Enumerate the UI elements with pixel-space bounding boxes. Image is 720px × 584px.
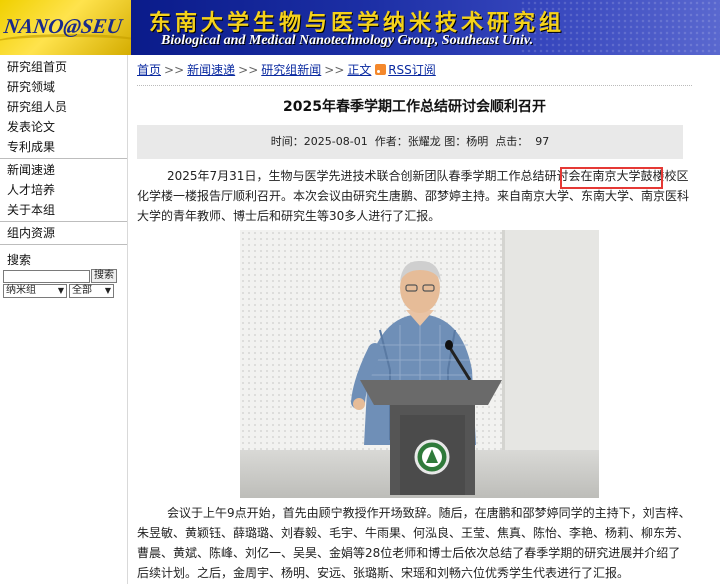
search-form: 搜索 纳米组 ▼ 全部 ▼ bbox=[3, 269, 117, 298]
breadcrumb-group-news[interactable]: 研究组新闻 bbox=[261, 63, 321, 77]
sidebar: 研究组首页 研究领域 研究组人员 发表论文 专利成果 新闻速递 人才培养 关于本… bbox=[0, 55, 128, 584]
breadcrumb-divider bbox=[137, 85, 692, 86]
banner-title-en: Biological and Medical Nanotechnology Gr… bbox=[161, 33, 534, 48]
scope-select[interactable]: 纳米组 ▼ bbox=[3, 284, 67, 298]
search-button[interactable]: 搜索 bbox=[91, 269, 117, 283]
search-heading: 搜索 bbox=[7, 253, 32, 267]
breadcrumb-news[interactable]: 新闻速递 bbox=[187, 63, 235, 77]
rss-icon[interactable] bbox=[375, 64, 387, 75]
speaker-photo-illustration bbox=[240, 230, 599, 498]
site-banner: 东南大学生物与医学纳米技术研究组 Biological and Medical … bbox=[131, 0, 720, 55]
para1-text-a: 2025年7月31日，生物与医学先进技术联合创新团队春季学期工作总结研讨会在 bbox=[167, 169, 593, 183]
breadcrumb-body[interactable]: 正文 bbox=[347, 63, 371, 77]
sidebar-divider bbox=[0, 244, 127, 246]
breadcrumb-separator: >> bbox=[164, 63, 185, 77]
site-header: NANO@SEU 东南大学生物与医学纳米技术研究组 Biological and… bbox=[0, 0, 720, 55]
sidebar-item-resources[interactable]: 组内资源 bbox=[0, 223, 127, 243]
university-emblem-icon bbox=[414, 439, 450, 475]
search-input[interactable] bbox=[3, 269, 90, 283]
main-content: 首页 >> 新闻速递 >> 研究组新闻 >> 正文 RSS订阅 2025年春季学期工作总结研… bbox=[137, 55, 692, 580]
chevron-down-icon: ▼ bbox=[104, 286, 111, 295]
sidebar-item-members[interactable]: 研究组人员 bbox=[0, 97, 127, 117]
breadcrumb: 首页 >> 新闻速递 >> 研究组新闻 >> 正文 RSS订阅 bbox=[137, 55, 692, 85]
sidebar-item-training[interactable]: 人才培养 bbox=[0, 180, 127, 200]
sidebar-item-news[interactable]: 新闻速递 bbox=[0, 160, 127, 180]
rss-link[interactable]: RSS订阅 bbox=[388, 63, 436, 77]
site-logo[interactable]: NANO@SEU bbox=[0, 0, 131, 55]
article-photo bbox=[240, 230, 599, 498]
article-title: 2025年春季学期工作总结研讨会顺利召开 bbox=[283, 99, 546, 115]
logo-text: NANO@SEU bbox=[2, 14, 124, 38]
article-paragraph-2: 会议于上午9点开始，首先由顾宁教授作开场致辞。随后，在唐鹏和邵梦婷同学的主持下，… bbox=[137, 506, 691, 580]
breadcrumb-separator: >> bbox=[238, 63, 259, 77]
sidebar-item-patents[interactable]: 专利成果 bbox=[0, 137, 127, 157]
category-select-value: 全部 bbox=[72, 285, 92, 296]
sidebar-item-publications[interactable]: 发表论文 bbox=[0, 117, 127, 137]
para1-text-b: 化学楼一楼报告厅顺利召开。本次会议由研究生唐鹏、邵梦婷主持。来自南京大学、东南大… bbox=[137, 189, 690, 223]
sidebar-item-research-areas[interactable]: 研究领域 bbox=[0, 77, 127, 97]
category-select[interactable]: 全部 ▼ bbox=[69, 284, 114, 298]
para1-highlight: 南京大学鼓楼校区 bbox=[592, 169, 689, 183]
sidebar-item-home[interactable]: 研究组首页 bbox=[0, 57, 127, 77]
scope-select-value: 纳米组 bbox=[6, 285, 36, 296]
chevron-down-icon: ▼ bbox=[57, 286, 64, 295]
article-paragraph-1: 2025年7月31日，生物与医学先进技术联合创新团队春季学期工作总结研讨会在南京… bbox=[137, 166, 692, 226]
breadcrumb-separator: >> bbox=[324, 63, 345, 77]
sidebar-item-about[interactable]: 关于本组 bbox=[0, 200, 127, 220]
article-meta: 时间：2025-08-01 作者：张耀龙 图：杨明 点击： 97 bbox=[137, 125, 683, 159]
breadcrumb-home[interactable]: 首页 bbox=[137, 63, 161, 77]
